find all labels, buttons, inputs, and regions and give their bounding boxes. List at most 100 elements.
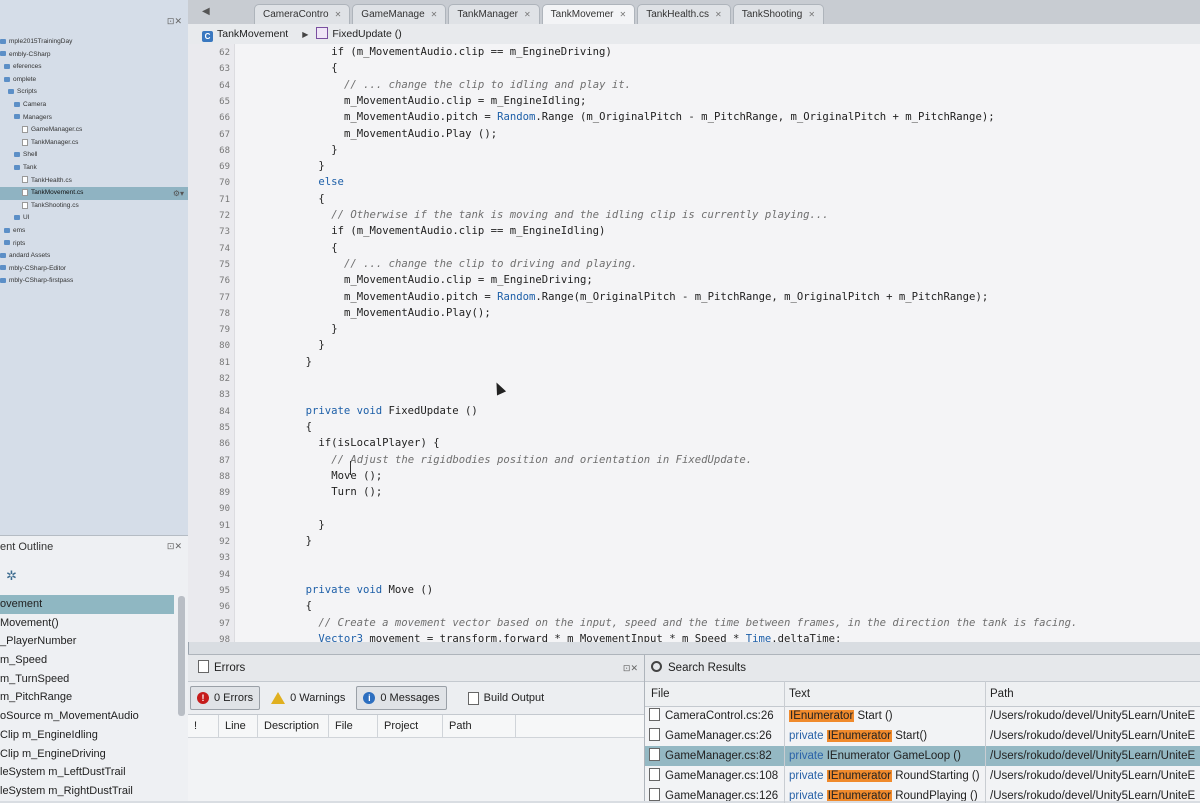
search-result-row[interactable]: GameManager.cs:26 private IEnumerator Sta…: [645, 726, 1200, 746]
outline-item[interactable]: m_PitchRange: [0, 688, 174, 707]
editor-tab[interactable]: TankManager ✕: [448, 4, 540, 24]
solution-tree-item[interactable]: omplete: [0, 74, 188, 87]
outline-item[interactable]: Clip m_EngineDriving: [0, 745, 174, 764]
code-comment: // ... change the clip to idling and pla…: [344, 78, 632, 91]
outline-item[interactable]: m_TurnSpeed: [0, 670, 174, 689]
code-text: movement = transform.forward * m_Movemen…: [363, 632, 746, 642]
close-tab-icon[interactable]: ✕: [431, 10, 438, 19]
code-line: Move ();: [331, 470, 382, 482]
code-editor[interactable]: 62 63 64 65 66 67 68 69 70 71 72 73 74 75 76 77 78 79 80 81…: [188, 44, 1200, 642]
close-tab-icon[interactable]: ✕: [335, 10, 342, 19]
solution-tree-item[interactable]: eferences: [0, 61, 188, 74]
solution-tree-item[interactable]: TankManager.cs: [0, 137, 188, 150]
solution-tree-item[interactable]: Shell: [0, 149, 188, 162]
outline-pin-icon[interactable]: ⊡✕: [167, 541, 182, 552]
outline-item[interactable]: m_Speed: [0, 651, 174, 670]
close-tab-icon[interactable]: ✕: [524, 10, 531, 19]
close-tab-icon[interactable]: ✕: [619, 10, 626, 19]
solution-tree-item[interactable]: embly-CSharp: [0, 49, 188, 62]
solution-tree-item[interactable]: mple2015TrainingDay: [0, 36, 188, 49]
outline-item[interactable]: _PlayerNumber: [0, 632, 174, 651]
code-line: }: [318, 519, 324, 531]
file-icon: [22, 188, 28, 196]
errors-column-header[interactable]: Path: [443, 715, 516, 737]
line-number: 77: [219, 292, 230, 303]
column-divider[interactable]: [985, 681, 986, 803]
solution-tree-label: Shell: [23, 151, 38, 159]
code-line: m_MovementAudio.pitch = Random.Range(m_O…: [344, 291, 988, 303]
column-header-path[interactable]: Path: [990, 682, 1014, 706]
outline-item[interactable]: Clip m_EngineIdling: [0, 726, 174, 745]
breadcrumb: C TankMovement ▶ FixedUpdate (): [188, 24, 1200, 45]
folder-icon: [8, 89, 14, 95]
build-output-button[interactable]: Build Output: [461, 686, 552, 710]
column-header-file[interactable]: File: [651, 682, 670, 706]
outline-item[interactable]: leSystem m_LeftDustTrail: [0, 763, 174, 782]
solution-tree-item[interactable]: TankHealth.cs: [0, 175, 188, 188]
outline-item[interactable]: ovement: [0, 595, 174, 614]
solution-tree-item[interactable]: Scripts: [0, 86, 188, 99]
editor-tab[interactable]: TankMovemer ✕: [541, 4, 636, 24]
result-text-part: Start(): [892, 730, 928, 742]
editor-tab[interactable]: CameraContro ✕: [254, 4, 351, 24]
folder-icon: [4, 240, 10, 246]
editor-tab[interactable]: TankShooting ✕: [732, 4, 825, 24]
line-number: 87: [219, 455, 230, 466]
folder-icon: [4, 227, 10, 233]
outline-item[interactable]: oSource m_MovementAudio: [0, 707, 174, 726]
warnings-filter-button[interactable]: 0 Warnings: [264, 686, 352, 710]
solution-tree-item[interactable]: ems: [0, 225, 188, 238]
result-text: private IEnumerator GameLoop (): [789, 746, 961, 766]
search-result-row[interactable]: GameManager.cs:108 private IEnumerator Ro…: [645, 766, 1200, 786]
code-text: if(isLocalPlayer) {: [318, 437, 440, 450]
editor-tab[interactable]: GameManage ✕: [352, 4, 447, 24]
result-text-part: private: [789, 790, 827, 801]
line-number: 94: [219, 569, 230, 580]
column-divider[interactable]: [784, 681, 785, 803]
errors-column-header[interactable]: Project: [378, 715, 443, 737]
solution-tree-item[interactable]: mbly-CSharp-Editor: [0, 263, 188, 276]
solution-tree-item[interactable]: mbly-CSharp-firstpass: [0, 275, 188, 288]
solution-tree-item[interactable]: ripts: [0, 238, 188, 251]
code-text: }: [305, 355, 312, 368]
errors-filter-button[interactable]: ! 0 Errors: [190, 686, 261, 710]
editor-tab[interactable]: TankHealth.cs ✕: [637, 4, 731, 24]
search-match-highlight: IEnumerator: [789, 710, 855, 722]
solution-tree-item[interactable]: andard Assets: [0, 250, 188, 263]
solution-tree-item[interactable]: Managers: [0, 112, 188, 125]
errors-column-header[interactable]: Line: [219, 715, 258, 737]
search-result-row[interactable]: GameManager.cs:126 private IEnumerator Ro…: [645, 786, 1200, 801]
solution-tree-item[interactable]: GameManager.cs: [0, 124, 188, 137]
line-number: 73: [219, 227, 230, 238]
errors-pin-icon[interactable]: ⊡✕: [623, 655, 638, 681]
search-result-row[interactable]: GameManager.cs:82 private IEnumerator Gam…: [645, 746, 1200, 766]
code-text: {: [305, 420, 312, 433]
errors-column-header[interactable]: !: [188, 715, 219, 737]
outline-scrollbar[interactable]: [178, 596, 185, 716]
pad-pin-icon[interactable]: ⊡✕: [167, 16, 182, 27]
solution-tree-item[interactable]: TankShooting.cs: [0, 200, 188, 213]
tab-scroll-left-icon[interactable]: ◀: [202, 6, 210, 17]
close-tab-icon[interactable]: ✕: [808, 10, 815, 19]
solution-tree-item[interactable]: Tank: [0, 162, 188, 175]
errors-column-header[interactable]: Description: [258, 715, 329, 737]
column-header-text[interactable]: Text: [789, 682, 810, 706]
breadcrumb-class[interactable]: TankMovement: [217, 28, 288, 40]
close-tab-icon[interactable]: ✕: [715, 10, 722, 19]
outline-settings-icon[interactable]: ✲: [6, 568, 17, 584]
solution-tree-item[interactable]: Camera: [0, 99, 188, 112]
result-text-part: private: [789, 750, 827, 762]
solution-pad: ⊡✕ mple2015TrainingDay embly-CSharp eferen…: [0, 0, 189, 535]
editor-tabs: CameraContro ✕ GameManage ✕ TankManager ✕ Tank…: [254, 4, 826, 24]
errors-column-header[interactable]: File: [329, 715, 378, 737]
solution-tree-item[interactable]: UI: [0, 212, 188, 225]
code-line: // Create a movement vector based on the…: [318, 617, 1077, 629]
code-line: // ... change the clip to idling and pla…: [344, 79, 631, 91]
code-text: }: [318, 339, 325, 352]
outline-item[interactable]: Movement(): [0, 614, 174, 633]
solution-tree-item[interactable]: TankMovement.cs ⚙▾: [0, 187, 188, 200]
messages-filter-button[interactable]: i 0 Messages: [356, 686, 447, 710]
search-result-row[interactable]: CameraControl.cs:26 IEnumerator Start () /…: [645, 706, 1200, 726]
breadcrumb-method[interactable]: FixedUpdate (): [332, 28, 401, 40]
outline-item[interactable]: leSystem m_RightDustTrail: [0, 782, 174, 801]
